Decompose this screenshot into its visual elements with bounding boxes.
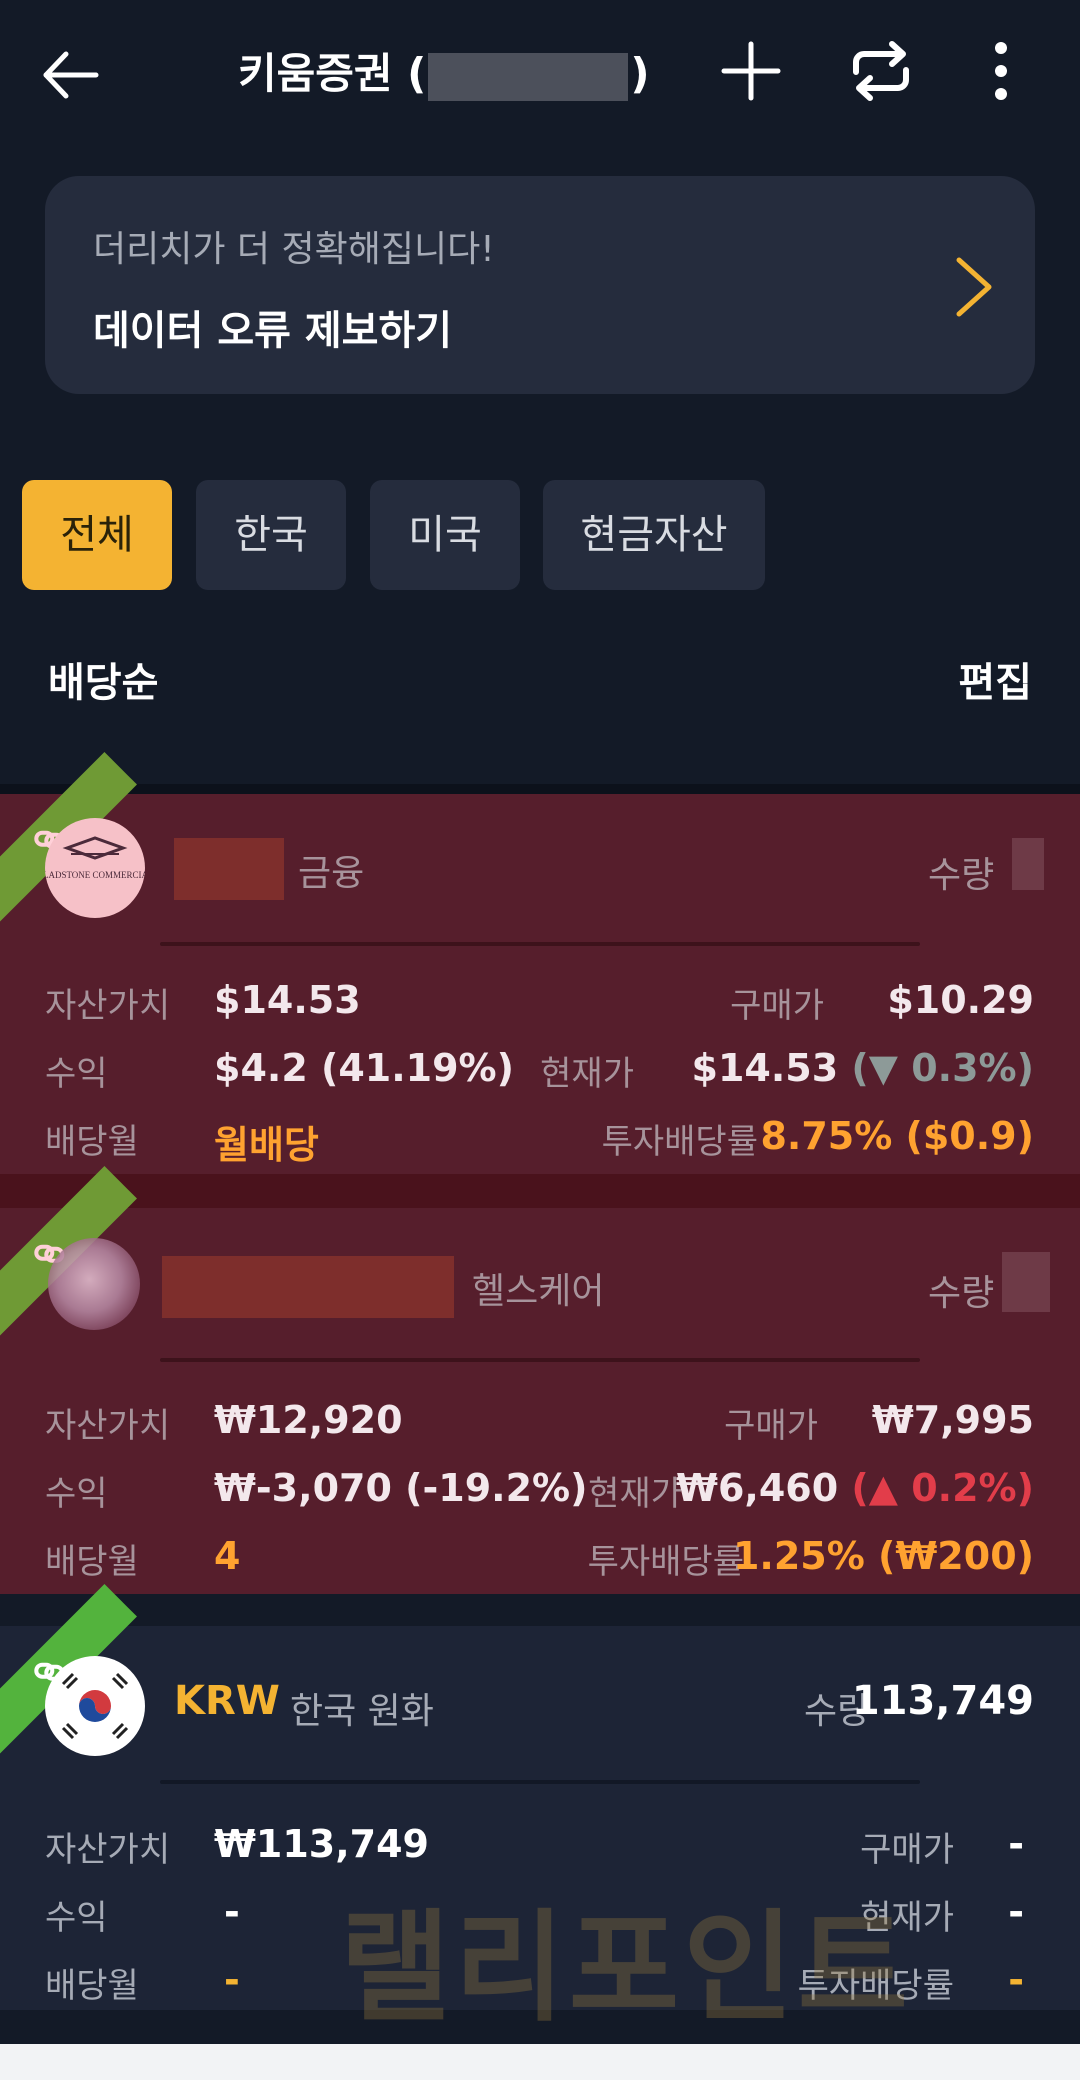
holding-divider [0, 1174, 1080, 1208]
flag-logo [45, 1656, 145, 1756]
chevron-right-icon [956, 257, 992, 317]
current-price-label: 현재가 [588, 1474, 682, 1514]
change-open-paren: ( [851, 1046, 869, 1090]
current-price-label: 현재가 [540, 1054, 634, 1094]
tab-all[interactable]: 전체 [22, 480, 172, 590]
report-title: 데이터 오류 제보하기 [93, 308, 453, 354]
holding-divider [0, 1594, 1080, 1626]
current-price: $14.53 [691, 1046, 839, 1090]
svg-text:GLADSTONE COMMERCIAL: GLADSTONE COMMERCIAL [45, 870, 145, 880]
purchase-price-label: 구매가 [730, 986, 824, 1026]
section-divider [0, 784, 1080, 794]
company-logo [48, 1238, 140, 1330]
dividend-yield: 8.75% ($0.9) [760, 1114, 1034, 1158]
purchase-price-label: 구매가 [724, 1406, 818, 1446]
dividend-yield-label: 투자배당률 [601, 1122, 758, 1162]
profit-value: - [224, 1890, 240, 1934]
more-menu-button[interactable] [966, 36, 1036, 106]
sort-order-label[interactable]: 배당순 [48, 650, 158, 708]
bottom-bar [0, 2044, 1080, 2080]
dividend-month-label: 배당월 [45, 1122, 139, 1162]
card-separator [160, 1780, 920, 1784]
sector-label: 헬스케어 [472, 1271, 605, 1312]
profit-label: 수익 [45, 1054, 108, 1094]
report-error-banner[interactable]: 더리치가 더 정확해집니다! 데이터 오류 제보하기 [45, 176, 1035, 394]
page-title: 키움증권 ( ) 포 [238, 44, 660, 104]
purchase-price-label: 구매가 [860, 1830, 954, 1870]
dividend-month-label: 배당월 [45, 1966, 139, 2006]
down-arrow-icon: ▼ [868, 1046, 898, 1090]
redacted-account [428, 52, 629, 101]
asset-value: $14.53 [214, 978, 361, 1022]
plus-icon [721, 41, 781, 101]
tab-cash-assets[interactable]: 현금자산 [543, 480, 765, 590]
asset-code: KRW [174, 1678, 280, 1724]
tab-korea[interactable]: 한국 [196, 480, 346, 590]
redacted-quantity [1002, 1252, 1050, 1312]
profit-label: 수익 [45, 1474, 108, 1514]
dividend-month: - [224, 1958, 240, 2002]
edit-button[interactable]: 편집 [958, 650, 1032, 708]
dividend-month: 4 [214, 1534, 241, 1578]
tab-usa[interactable]: 미국 [370, 480, 520, 590]
change-open-paren: ( [851, 1466, 869, 1510]
watermark: 랠리포인트 [340, 1899, 912, 2038]
add-button[interactable] [716, 36, 786, 106]
holding-card[interactable]: 헬스케어 수량 자산가치 ₩12,920 구매가 ₩7,995 수익 ₩-3,0… [0, 1166, 1080, 1594]
sector-label: 금융 [298, 853, 365, 894]
gladstone-logo-icon: GLADSTONE COMMERCIAL [36, 836, 154, 880]
dividend-yield: 1.25% (₩200) [732, 1534, 1034, 1578]
company-logo: GLADSTONE COMMERCIAL [36, 818, 154, 918]
back-button[interactable] [36, 40, 106, 110]
redacted-quantity [1012, 838, 1044, 890]
current-price: ₩6,460 [676, 1466, 839, 1510]
asset-value-label: 자산가치 [45, 1830, 171, 1870]
profit-label: 수익 [45, 1898, 108, 1938]
korea-flag-icon [61, 1672, 129, 1740]
change-close-paren: ) [1016, 1046, 1034, 1090]
asset-value: ₩12,920 [214, 1398, 403, 1442]
switch-button[interactable] [846, 36, 916, 106]
dividend-month-label: 배당월 [45, 1542, 139, 1582]
current-price: - [1008, 1890, 1024, 1934]
quantity-value: 113,749 [851, 1678, 1034, 1724]
dividend-month: 월배당 [214, 1123, 319, 1167]
asset-value-label: 자산가치 [45, 986, 171, 1026]
page-title-prefix: 키움증권 ( [238, 49, 427, 98]
more-vertical-icon [995, 42, 1007, 100]
change-close-paren: ) [1016, 1466, 1034, 1510]
change-value: 0.3% [911, 1046, 1017, 1090]
back-arrow-icon [43, 51, 99, 99]
redacted-stock-name [174, 838, 284, 900]
asset-name: 한국 원화 [290, 1691, 434, 1732]
up-arrow-icon: ▲ [868, 1466, 898, 1510]
asset-value: ₩113,749 [214, 1822, 429, 1866]
report-subtitle: 더리치가 더 정확해집니다! [93, 229, 495, 270]
purchase-price: $10.29 [887, 978, 1034, 1022]
change-value: 0.2% [911, 1466, 1017, 1510]
current-price-group: $14.53 (▼ 0.3%) [692, 1046, 1034, 1090]
dividend-yield-label: 투자배당률 [587, 1542, 744, 1582]
quantity-label: 수량 [928, 1273, 995, 1314]
asset-value-label: 자산가치 [45, 1406, 171, 1446]
page-title-suffix: ) 포 [630, 49, 660, 98]
profit-value: $4.2 (41.19%) [214, 1046, 514, 1090]
redacted-stock-name [162, 1256, 454, 1318]
current-price-group: ₩6,460 (▲ 0.2%) [676, 1466, 1034, 1510]
dividend-yield: - [1008, 1958, 1024, 2002]
repeat-icon [853, 41, 909, 101]
holding-card[interactable]: GLADSTONE COMMERCIAL 금융 수량 자산가치 $14.53 구… [0, 752, 1080, 1174]
profit-value: ₩-3,070 (-19.2%) [214, 1466, 588, 1510]
card-separator [160, 1358, 920, 1362]
quantity-label: 수량 [928, 855, 995, 896]
purchase-price: - [1008, 1822, 1024, 1866]
card-separator [160, 942, 920, 946]
purchase-price: ₩7,995 [871, 1398, 1034, 1442]
